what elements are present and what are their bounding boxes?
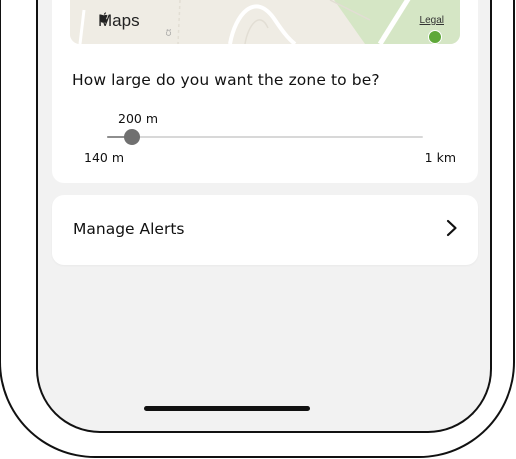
manage-alerts-label: Manage Alerts xyxy=(73,220,185,238)
zone-settings-card: Ct Maps Legal How large do you want the … xyxy=(52,0,478,183)
slider-current-value: 200 m xyxy=(118,111,159,126)
apple-logo-icon xyxy=(99,12,108,23)
map-view[interactable]: Ct Maps Legal xyxy=(70,0,460,44)
map-pin-icon xyxy=(428,30,442,44)
slider-thumb[interactable] xyxy=(124,129,141,145)
chevron-right-icon xyxy=(446,219,457,237)
street-label: Ct xyxy=(166,29,173,36)
manage-alerts-row[interactable]: Manage Alerts xyxy=(52,195,478,265)
device-screenshot: Ct Maps Legal How large do you want the … xyxy=(0,0,516,459)
maps-logo: Maps xyxy=(98,11,140,31)
slider-max-label: 1 km xyxy=(424,150,456,165)
screen-content: Ct Maps Legal How large do you want the … xyxy=(38,0,490,431)
slider-min-label: 140 m xyxy=(84,150,125,165)
zone-size-question: How large do you want the zone to be? xyxy=(72,71,380,89)
home-indicator[interactable] xyxy=(144,406,310,411)
legal-link[interactable]: Legal xyxy=(420,15,444,26)
slider-track[interactable] xyxy=(107,136,423,138)
phone-screen: Ct Maps Legal How large do you want the … xyxy=(36,0,492,433)
